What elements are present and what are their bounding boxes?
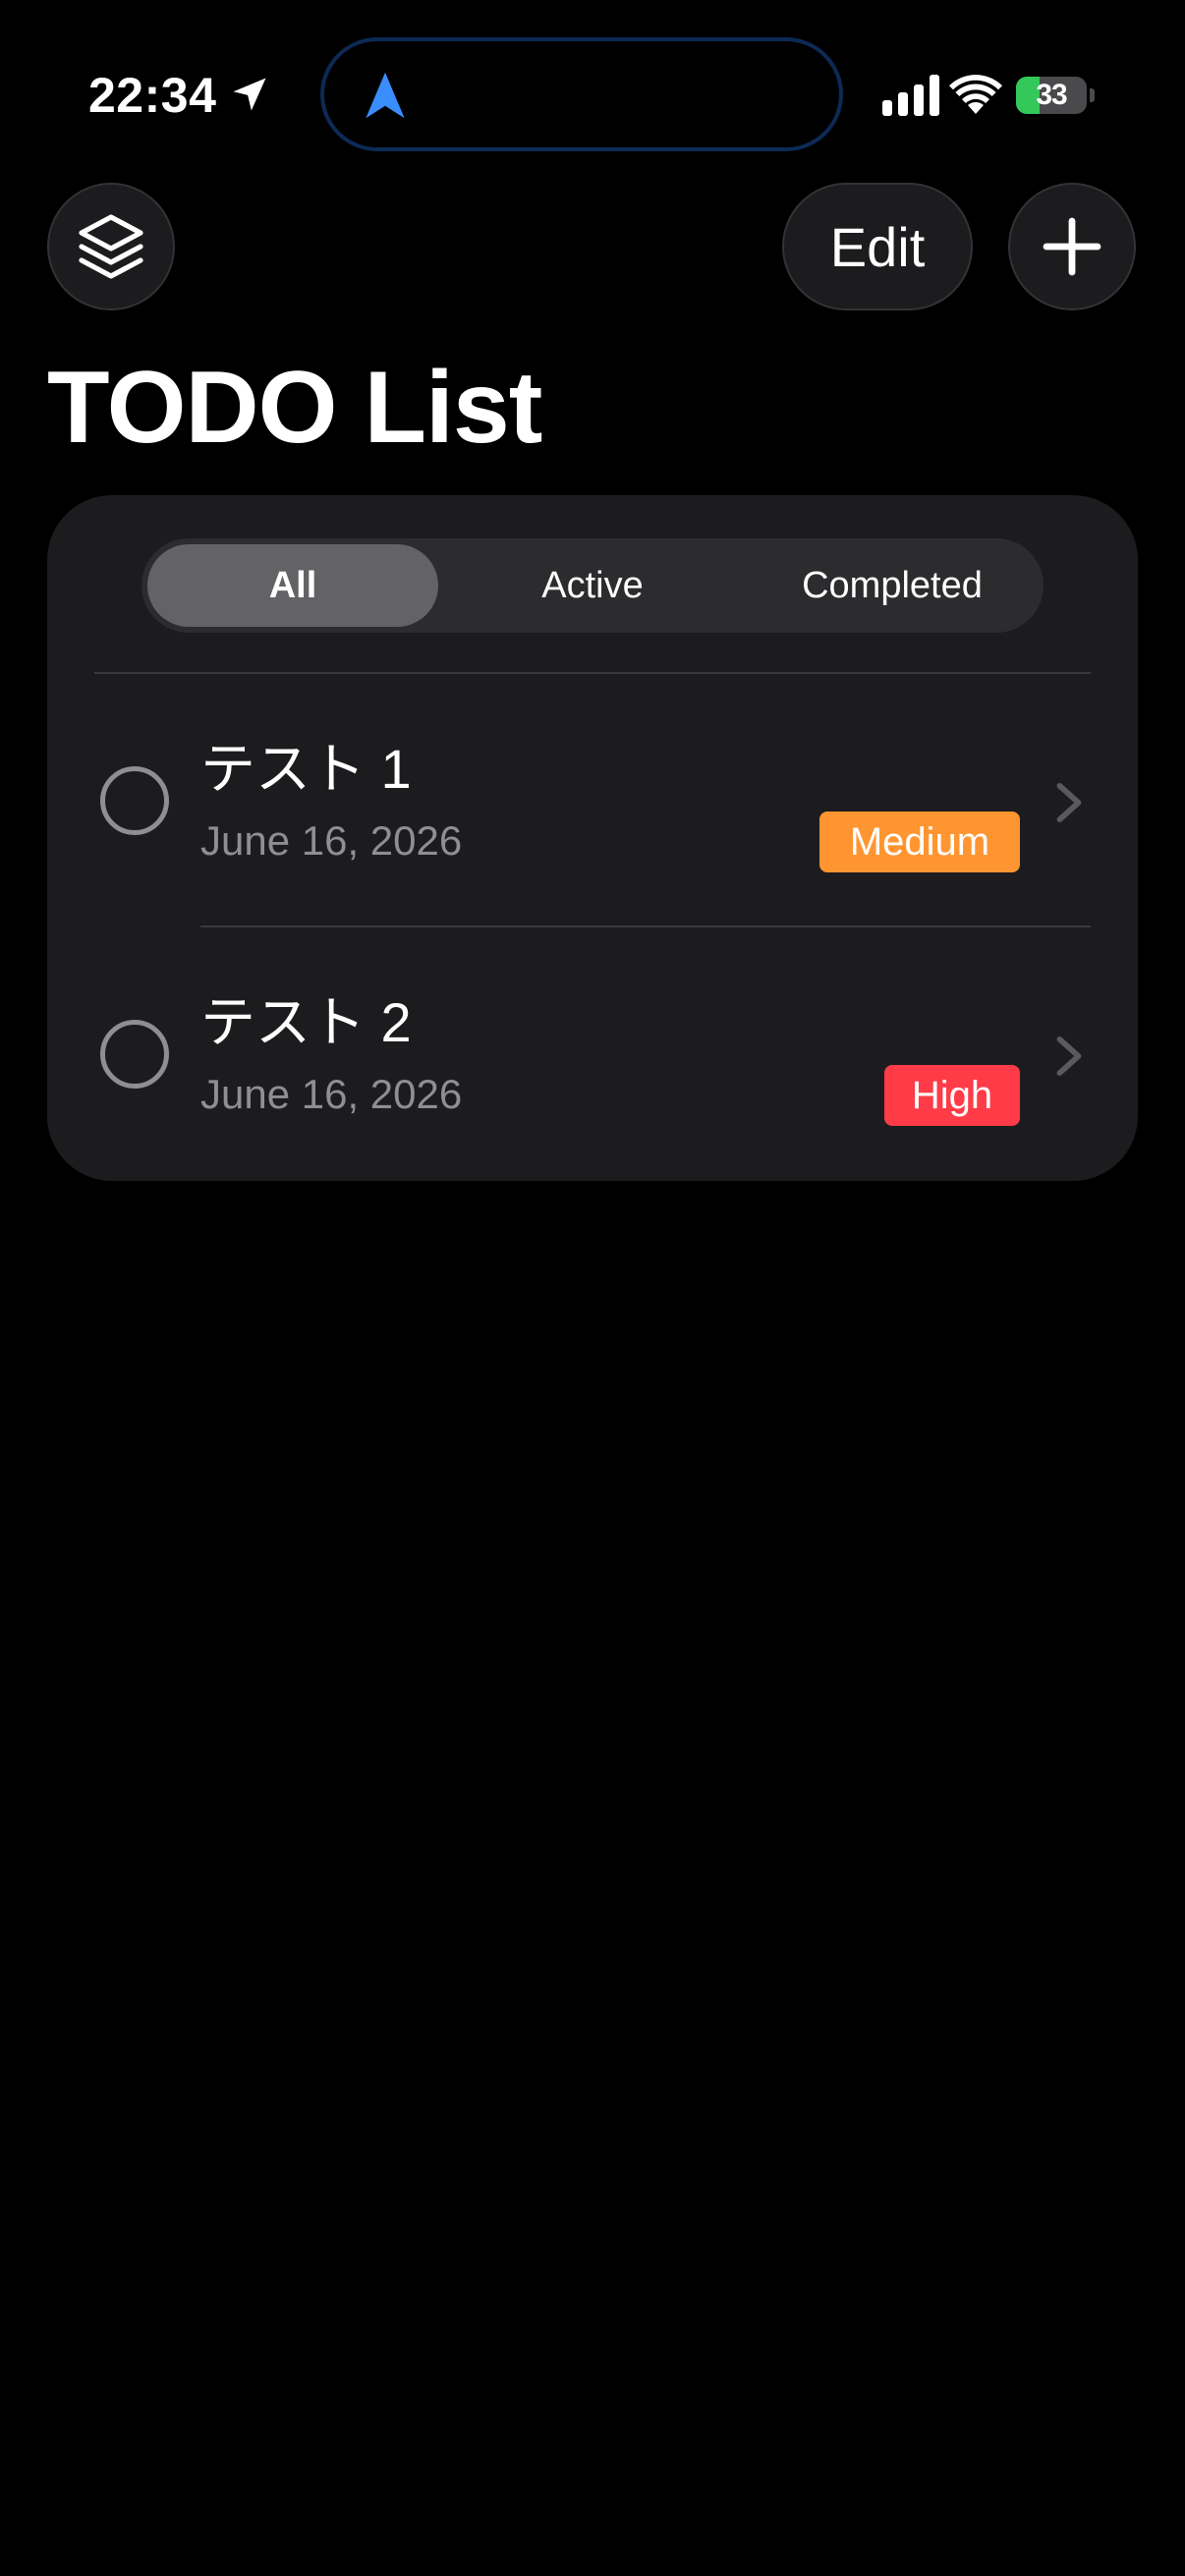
todo-row[interactable]: テスト 2 June 16, 2026 High [47,925,1138,1179]
chevron-right-icon [1056,782,1082,823]
todo-title: テスト 1 [200,738,412,800]
layers-icon [79,214,143,279]
navigation-arrow-icon [366,72,405,119]
layers-button[interactable] [47,183,175,310]
battery-indicator: 33 [1016,77,1087,114]
priority-badge: High [884,1065,1020,1126]
chevron-right-icon [1056,1036,1082,1077]
screen: 22:34 33 Edit TODO List All Active Compl… [0,0,1185,2576]
todo-row[interactable]: テスト 1 June 16, 2026 Medium [47,672,1138,925]
location-arrow-icon [233,78,266,111]
completion-circle-icon[interactable] [100,1020,169,1089]
battery-nub [1090,88,1095,102]
filter-all[interactable]: All [147,544,438,627]
plus-icon [1043,217,1101,276]
todo-list-card: All Active Completed テスト 1 June 16, 2026… [47,495,1138,1181]
dynamic-island[interactable] [320,37,843,151]
todo-date: June 16, 2026 [200,817,463,864]
status-time: 22:34 [88,68,217,123]
battery-level: 33 [1036,79,1067,111]
page-title: TODO List [47,351,542,465]
filter-completed[interactable]: Completed [747,544,1038,627]
cellular-signal-icon [882,75,939,116]
todo-title: テスト 2 [200,991,412,1053]
wifi-icon [949,75,1002,114]
add-todo-button[interactable] [1008,183,1136,310]
priority-badge: Medium [819,812,1020,872]
completion-circle-icon[interactable] [100,766,169,835]
edit-button[interactable]: Edit [782,183,973,310]
todo-date: June 16, 2026 [200,1071,463,1117]
filter-active[interactable]: Active [447,544,738,627]
filter-segmented-control: All Active Completed [141,538,1044,633]
